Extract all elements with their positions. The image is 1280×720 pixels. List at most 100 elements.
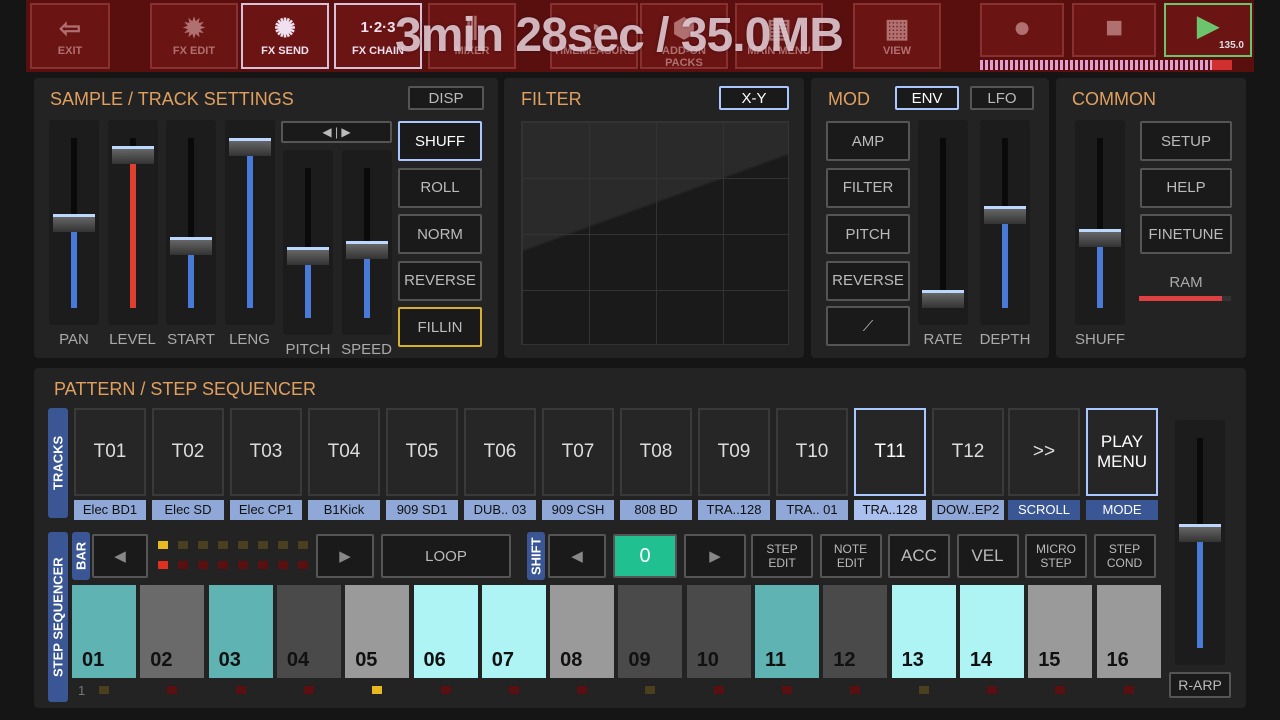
- loop-button[interactable]: LOOP: [381, 534, 511, 578]
- micro-step-button[interactable]: MICRO STEP: [1025, 534, 1087, 578]
- track-button-T02[interactable]: T02: [152, 408, 224, 496]
- play-button[interactable]: ▶ 135.0: [1164, 3, 1252, 57]
- stop-button[interactable]: ■: [1072, 3, 1156, 57]
- bar-led[interactable]: [237, 560, 249, 570]
- toolbar-button-6[interactable]: ⬢ ADD-ON PACKS: [640, 3, 728, 69]
- toolbar-button-3[interactable]: 1·2·3 FX CHAIN: [334, 3, 422, 69]
- norm-button[interactable]: NORM: [398, 214, 482, 254]
- waveform-button[interactable]: ⟋: [826, 306, 910, 346]
- play-menu-button[interactable]: PLAY MENU: [1086, 408, 1158, 496]
- shift-tab[interactable]: SHIFT: [527, 532, 545, 580]
- bar-led[interactable]: [197, 540, 209, 550]
- bar-prev-button[interactable]: ◀: [92, 534, 148, 578]
- setup-button[interactable]: SETUP: [1140, 121, 1232, 161]
- shuff-fader[interactable]: [1075, 120, 1125, 325]
- bar-led[interactable]: [257, 560, 269, 570]
- env-button[interactable]: ENV: [895, 86, 959, 110]
- fillin-button[interactable]: FILLIN: [398, 307, 482, 347]
- bar-led[interactable]: [177, 560, 189, 570]
- xy-button[interactable]: X-Y: [719, 86, 789, 110]
- step-button-01[interactable]: 01: [72, 585, 136, 678]
- toolbar-button-0[interactable]: ⇦ EXIT: [30, 3, 110, 69]
- step-button-06[interactable]: 06: [413, 585, 478, 678]
- acc-button[interactable]: ACC: [888, 534, 950, 578]
- track-button-T09[interactable]: T09: [698, 408, 770, 496]
- bar-next-button[interactable]: ▶: [316, 534, 374, 578]
- pan-fader[interactable]: [49, 120, 99, 325]
- lfo-button[interactable]: LFO: [970, 86, 1034, 110]
- step-edit-button[interactable]: STEP EDIT: [751, 534, 813, 578]
- bar-tab[interactable]: BAR: [72, 532, 90, 580]
- step-button-02[interactable]: 02: [140, 585, 205, 678]
- track-button-T10[interactable]: T10: [776, 408, 848, 496]
- shift-prev-button[interactable]: ◀: [548, 534, 606, 578]
- step-button-15[interactable]: 15: [1028, 585, 1093, 678]
- step-button-13[interactable]: 13: [891, 585, 956, 678]
- disp-button[interactable]: DISP: [408, 86, 484, 110]
- step-button-16[interactable]: 16: [1096, 585, 1161, 678]
- finetune-button[interactable]: FINETUNE: [1140, 214, 1232, 254]
- direction-button[interactable]: ◀ | ▶: [281, 121, 392, 143]
- bar-led[interactable]: [277, 560, 289, 570]
- track-button-T12[interactable]: T12: [932, 408, 1004, 496]
- vel-button[interactable]: VEL: [956, 534, 1019, 578]
- mod-pitch-button[interactable]: PITCH: [826, 214, 910, 254]
- shift-next-button[interactable]: ▶: [684, 534, 746, 578]
- pitch-fader[interactable]: [283, 150, 333, 335]
- depth-fader[interactable]: [980, 120, 1030, 325]
- xy-pad[interactable]: [521, 121, 789, 345]
- toolbar-button-8[interactable]: ▦ VIEW: [853, 3, 941, 69]
- bar-led[interactable]: [257, 540, 269, 550]
- mod-amp-button[interactable]: AMP: [826, 121, 910, 161]
- volume-fader[interactable]: [1175, 420, 1225, 665]
- rate-fader[interactable]: [918, 120, 968, 325]
- toolbar-button-4[interactable]: ⫼ MIXER: [428, 3, 516, 69]
- bar-led[interactable]: [297, 560, 309, 570]
- note-edit-button[interactable]: NOTE EDIT: [819, 534, 882, 578]
- bar-led[interactable]: [277, 540, 289, 550]
- level-fader[interactable]: [107, 120, 158, 325]
- bar-led[interactable]: [177, 540, 189, 550]
- step-button-08[interactable]: 08: [550, 585, 615, 678]
- bar-led[interactable]: [237, 540, 249, 550]
- step-cond-button[interactable]: STEP COND: [1093, 534, 1156, 578]
- reverse-button[interactable]: REVERSE: [398, 260, 482, 301]
- toolbar-button-7[interactable]: ▤ MAIN MENU: [735, 3, 823, 69]
- speed-fader[interactable]: [341, 150, 392, 335]
- step-button-05[interactable]: 05: [345, 585, 410, 678]
- toolbar-button-2[interactable]: ✺ FX SEND: [241, 3, 329, 69]
- shuff-button[interactable]: SHUFF: [398, 121, 482, 161]
- track-button-T07[interactable]: T07: [542, 408, 614, 496]
- scroll-button[interactable]: >>: [1008, 408, 1080, 496]
- step-button-10[interactable]: 10: [686, 585, 751, 678]
- track-button-T11[interactable]: T11: [854, 408, 926, 496]
- step-button-04[interactable]: 04: [276, 585, 341, 678]
- toolbar-button-1[interactable]: ✹ FX EDIT: [150, 3, 238, 69]
- start-fader[interactable]: [166, 120, 216, 325]
- bar-led[interactable]: [197, 560, 209, 570]
- bar-led[interactable]: [297, 540, 309, 550]
- track-button-T06[interactable]: T06: [464, 408, 536, 496]
- roll-button[interactable]: ROLL: [398, 167, 482, 208]
- step-button-11[interactable]: 11: [755, 585, 819, 678]
- step-button-07[interactable]: 07: [481, 585, 546, 678]
- step-sequencer-tab[interactable]: STEP SEQUENCER: [48, 532, 68, 702]
- rarp-button[interactable]: R-ARP: [1169, 672, 1231, 698]
- bar-led[interactable]: [157, 560, 169, 570]
- bar-led[interactable]: [157, 540, 169, 550]
- step-button-12[interactable]: 12: [823, 585, 888, 678]
- track-button-T01[interactable]: T01: [74, 408, 146, 496]
- track-button-T03[interactable]: T03: [230, 408, 302, 496]
- mod-filter-button[interactable]: FILTER: [826, 167, 910, 208]
- track-button-T04[interactable]: T04: [308, 408, 380, 496]
- mod-reverse-button[interactable]: REVERSE: [826, 260, 910, 301]
- leng-fader[interactable]: [224, 120, 275, 325]
- bar-led[interactable]: [217, 540, 229, 550]
- track-button-T05[interactable]: T05: [386, 408, 458, 496]
- toolbar-button-5[interactable]: ◔ TIMEMEASURE: [550, 3, 638, 69]
- track-button-T08[interactable]: T08: [620, 408, 692, 496]
- step-button-09[interactable]: 09: [618, 585, 683, 678]
- bar-led[interactable]: [217, 560, 229, 570]
- step-button-03[interactable]: 03: [208, 585, 273, 678]
- tracks-tab[interactable]: TRACKS: [48, 408, 68, 518]
